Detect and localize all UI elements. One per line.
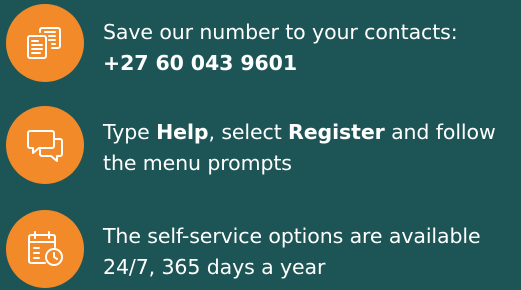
step-type-help-line-1: Type Help, select Register and follow xyxy=(103,117,519,148)
contact-cards-icon-badge xyxy=(6,4,84,82)
contact-cards-icon xyxy=(27,27,61,59)
follow-text: and follow xyxy=(384,120,496,144)
select-text: , select xyxy=(208,120,289,144)
step-type-help-line-2: the menu prompts xyxy=(103,151,292,175)
step-availability-line-1: The self-service options are available xyxy=(103,224,481,248)
step-type-help-text: Type Help, select Register and follow th… xyxy=(103,117,519,179)
calendar-clock-icon-badge xyxy=(6,210,84,288)
calendar-clock-icon xyxy=(28,231,63,266)
chat-bubbles-icon-badge xyxy=(6,106,84,184)
type-prefix: Type xyxy=(103,120,157,144)
keyword-register: Register xyxy=(288,120,385,144)
step-type-help: Type Help, select Register and follow th… xyxy=(0,103,521,184)
keyword-help: Help xyxy=(156,120,209,144)
step-save-number: Save our number to your contacts: +27 60… xyxy=(0,0,521,82)
step-availability-line-2: 24/7, 365 days a year xyxy=(103,255,326,279)
chat-bubbles-icon xyxy=(27,130,63,162)
step-save-number-instruction: Save our number to your contacts: xyxy=(103,20,458,44)
step-availability-text: The self-service options are available 2… xyxy=(103,221,519,283)
step-availability: The self-service options are available 2… xyxy=(0,210,521,290)
step-save-number-text: Save our number to your contacts: +27 60… xyxy=(103,17,519,79)
phone-number: +27 60 043 9601 xyxy=(103,51,297,75)
